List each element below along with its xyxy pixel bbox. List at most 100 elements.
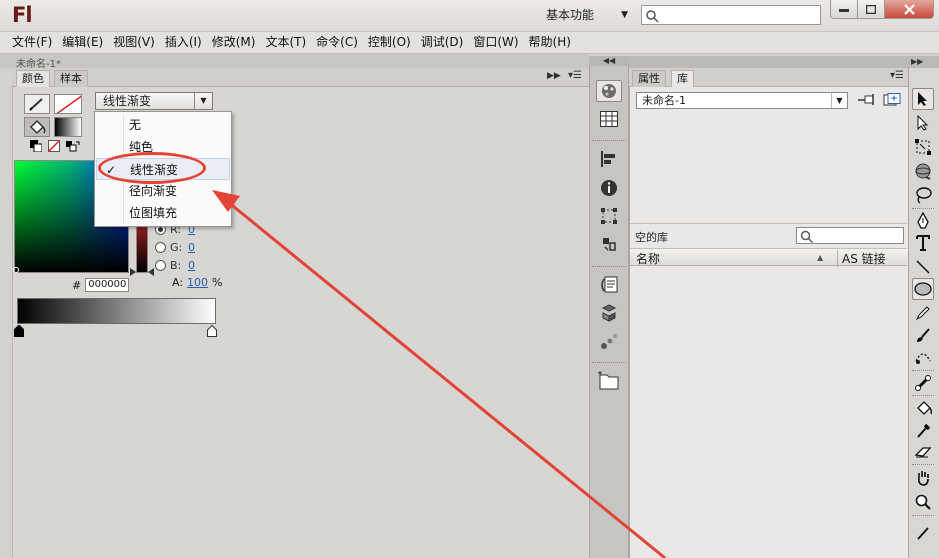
stroke-color-swatch[interactable] — [54, 94, 82, 114]
dock-info-button[interactable] — [596, 177, 622, 199]
option-bitmap-fill[interactable]: 位图填充 — [96, 202, 230, 224]
align-icon — [601, 151, 615, 167]
alpha-value[interactable]: 100 — [187, 276, 208, 289]
rgb-row-g: G: 0 — [155, 239, 195, 255]
tab-swatches[interactable]: 样本 — [54, 70, 88, 87]
dock-transform-button[interactable] — [596, 205, 622, 227]
column-as-linkage[interactable]: AS 链接 — [837, 250, 886, 267]
info-icon — [601, 180, 617, 196]
black-white-icon[interactable] — [30, 140, 42, 152]
radio-g[interactable] — [155, 241, 166, 253]
menu-edit[interactable]: 编辑(E) — [57, 32, 108, 54]
fill-color-button[interactable] — [24, 117, 50, 137]
spectrum-crosshair[interactable] — [13, 267, 19, 273]
tool-brush[interactable] — [912, 324, 934, 346]
minimize-button[interactable] — [830, 0, 858, 19]
close-button[interactable] — [884, 0, 934, 19]
document-tab[interactable]: 未命名-1* — [16, 57, 61, 68]
tool-3d-rotation[interactable] — [912, 160, 934, 182]
fill-color-swatch[interactable] — [54, 117, 82, 137]
tab-properties[interactable]: 属性 — [632, 70, 666, 87]
pen-icon — [917, 212, 929, 229]
alpha-unit: % — [212, 276, 223, 289]
dock-actions-button[interactable] — [596, 274, 622, 296]
dock-scene-button[interactable] — [596, 233, 622, 255]
tool-lasso[interactable] — [912, 184, 934, 206]
library-search-input[interactable] — [796, 227, 904, 244]
pin-icon[interactable] — [858, 93, 876, 107]
menu-window[interactable]: 窗口(W) — [468, 32, 523, 54]
menu-text[interactable]: 文本(T) — [260, 32, 311, 54]
tool-line[interactable] — [912, 256, 934, 278]
tool-eyedropper[interactable] — [912, 419, 934, 441]
color-panel-header — [12, 68, 589, 87]
tool-subselection[interactable] — [912, 112, 934, 134]
no-color-icon[interactable] — [48, 140, 60, 152]
stroke-color-button[interactable] — [24, 94, 50, 114]
tool-paint-bucket[interactable] — [912, 397, 934, 419]
menu-help[interactable]: 帮助(H) — [524, 32, 576, 54]
rgb-value-b[interactable]: 0 — [188, 259, 195, 272]
alpha-row: A: 100 % — [172, 276, 223, 289]
dock-components-button[interactable] — [596, 302, 622, 324]
library-document-select[interactable]: 未命名-1 ▼ — [636, 92, 848, 109]
tool-stroke-color[interactable] — [912, 522, 934, 544]
swap-colors-icon[interactable] — [66, 140, 80, 152]
menu-commands[interactable]: 命令(C) — [311, 32, 363, 54]
collapse-panel-icon[interactable]: ▶▶ — [547, 71, 561, 81]
tool-text[interactable] — [912, 232, 934, 254]
dock-color-button[interactable] — [596, 80, 622, 102]
option-none[interactable]: 无 — [96, 114, 230, 136]
document-tab-strip: 未命名-1* — [0, 54, 589, 68]
gradient-stop-black[interactable] — [14, 325, 24, 337]
menu-modify[interactable]: 修改(M) — [207, 32, 261, 54]
gradient-definition-bar[interactable] — [17, 298, 216, 324]
dock-project-button[interactable] — [596, 370, 622, 392]
subselection-icon — [917, 115, 929, 131]
column-name[interactable]: 名称 — [636, 250, 660, 267]
fill-type-select[interactable]: 线性渐变 ▼ — [95, 92, 213, 110]
tab-color[interactable]: 颜色 — [16, 70, 50, 87]
panel-menu-icon[interactable]: ▾☰ — [568, 70, 582, 81]
free-transform-icon — [915, 139, 931, 155]
chevron-down-icon: ▼ — [621, 10, 628, 20]
hex-row: # 000000 — [72, 278, 130, 292]
tool-free-transform[interactable] — [912, 136, 934, 158]
tab-library[interactable]: 库 — [671, 70, 694, 87]
menu-file[interactable]: 文件(F) — [7, 32, 57, 54]
menu-insert[interactable]: 插入(I) — [160, 32, 207, 54]
tool-deco[interactable] — [912, 346, 934, 368]
actions-icon — [601, 276, 618, 293]
tool-bone[interactable] — [912, 372, 934, 394]
rgb-value-g[interactable]: 0 — [188, 241, 195, 254]
hex-input[interactable]: 000000 — [85, 278, 130, 292]
library-dock-header — [629, 56, 908, 68]
gradient-stop-white[interactable] — [207, 325, 217, 337]
hand-icon — [918, 471, 929, 486]
menu-view[interactable]: 视图(V) — [108, 32, 160, 54]
tools-collapse-icon[interactable]: ▶▶ — [908, 56, 939, 68]
dock-motion-presets-button[interactable] — [596, 330, 622, 352]
tool-pen[interactable] — [912, 210, 934, 232]
tool-hand[interactable] — [912, 467, 934, 489]
panel-menu-icon[interactable]: ▾☰ — [890, 70, 904, 81]
tool-selection[interactable] — [912, 88, 934, 110]
radio-b[interactable] — [155, 259, 166, 271]
maximize-button[interactable] — [857, 0, 885, 19]
tool-zoom[interactable] — [912, 491, 934, 513]
transform-icon — [601, 208, 617, 224]
chevron-down-icon: ▼ — [194, 93, 212, 109]
dock-align-button[interactable] — [596, 148, 622, 170]
tool-eraser[interactable] — [912, 441, 934, 463]
dock-collapse-icon[interactable]: ◀◀ — [589, 56, 629, 66]
menu-debug[interactable]: 调试(D) — [416, 32, 469, 54]
dock-swatches-button[interactable] — [596, 108, 622, 130]
tool-pencil[interactable] — [912, 302, 934, 324]
new-library-icon[interactable] — [883, 93, 901, 107]
sort-ascending-icon[interactable]: ▲ — [817, 253, 823, 262]
help-search-input[interactable] — [641, 5, 821, 25]
tools-separator — [912, 515, 934, 516]
workspace-switcher[interactable]: 基本功能 ▼ — [546, 5, 632, 25]
tool-oval[interactable] — [912, 278, 934, 300]
menu-control[interactable]: 控制(O) — [363, 32, 416, 54]
